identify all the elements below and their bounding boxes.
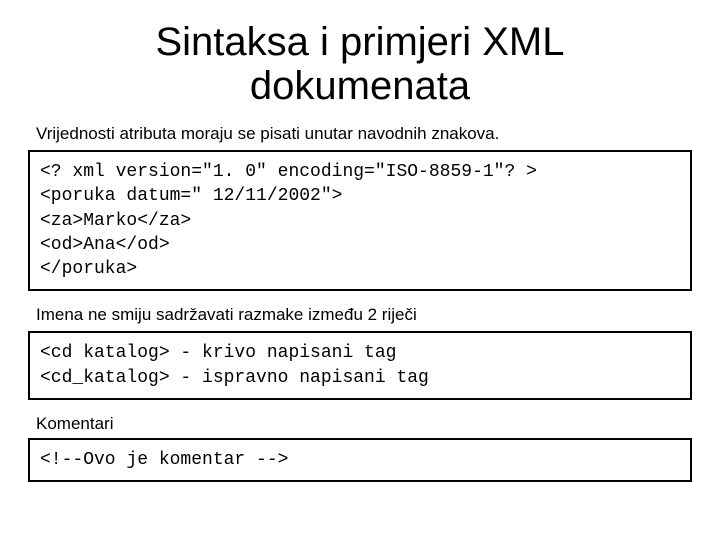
section1-code: <? xml version="1. 0" encoding="ISO-8859… bbox=[28, 150, 692, 291]
section2-code: <cd katalog> - krivo napisani tag <cd_ka… bbox=[28, 331, 692, 400]
slide: Sintaksa i primjeri XML dokumenata Vrije… bbox=[0, 0, 720, 540]
section3-caption: Komentari bbox=[36, 414, 692, 434]
section2-caption: Imena ne smiju sadržavati razmake između… bbox=[36, 305, 692, 325]
section1-caption: Vrijednosti atributa moraju se pisati un… bbox=[36, 124, 692, 144]
page-title: Sintaksa i primjeri XML dokumenata bbox=[88, 20, 632, 108]
section3-code: <!--Ovo je komentar --> bbox=[28, 438, 692, 482]
